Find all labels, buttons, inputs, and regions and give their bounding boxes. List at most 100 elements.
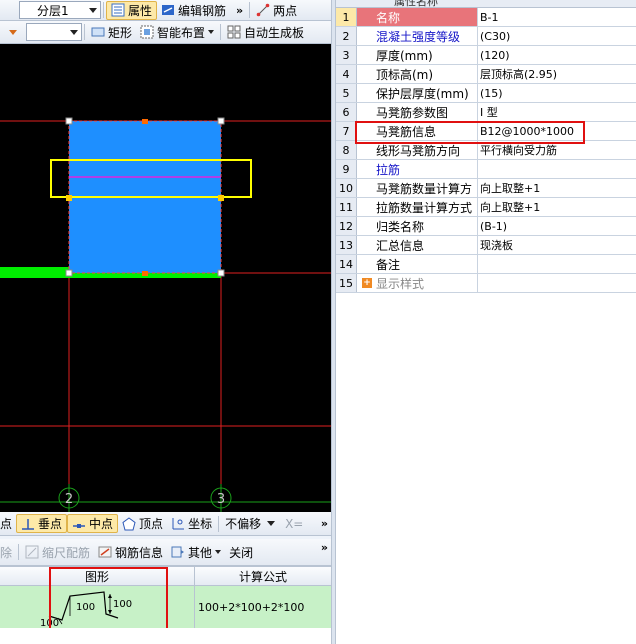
rect-button[interactable]: 矩形: [87, 23, 136, 42]
property-value[interactable]: [478, 274, 636, 292]
property-row[interactable]: 3 厚度(mm) (120): [336, 46, 636, 65]
property-value[interactable]: I 型: [478, 103, 636, 121]
coordinate-icon: [171, 517, 185, 531]
floor-select[interactable]: 分层1: [19, 1, 101, 19]
row-number[interactable]: 8: [336, 141, 357, 159]
more-icon[interactable]: »: [321, 541, 331, 554]
close-button[interactable]: 关闭: [225, 543, 257, 562]
delete-button[interactable]: 除: [0, 543, 16, 562]
coordinate-snap-button[interactable]: 坐标: [167, 514, 216, 533]
drawing-canvas[interactable]: 2 3: [0, 44, 331, 512]
shape-cell[interactable]: 100 100 100: [0, 567, 195, 634]
property-row[interactable]: 4 顶标高(m) 层顶标高(2.95): [336, 65, 636, 84]
row-number[interactable]: 15: [336, 274, 357, 292]
property-name: 厚度(mm): [357, 46, 478, 64]
property-name-text: 归类名称: [376, 219, 425, 234]
property-value[interactable]: 向上取整+1: [478, 179, 636, 197]
delete-label: 除: [0, 545, 13, 560]
property-row[interactable]: 13 汇总信息 现浇板: [336, 236, 636, 255]
endpoint-snap-button[interactable]: 点: [0, 514, 16, 533]
endpoint-snap-label: 点: [0, 517, 13, 531]
property-row[interactable]: 12 归类名称 (B-1): [336, 217, 636, 236]
row-number[interactable]: 1: [336, 8, 357, 26]
row-number[interactable]: 7: [336, 122, 357, 140]
smart-layout-icon: [140, 25, 154, 39]
grip-handle[interactable]: [142, 119, 148, 124]
property-row[interactable]: 9 拉筋: [336, 160, 636, 179]
grip-handle[interactable]: [217, 269, 225, 277]
rebar-info-button[interactable]: 钢筋信息: [94, 543, 167, 562]
more-icon[interactable]: »: [321, 517, 331, 530]
draw-mode-select[interactable]: [26, 23, 82, 41]
grip-handle[interactable]: [218, 195, 224, 201]
grip-handle[interactable]: [217, 117, 225, 125]
property-value[interactable]: (15): [478, 84, 636, 102]
formula-cell[interactable]: 100+2*100+2*100: [195, 586, 331, 628]
property-name: 保护层厚度(mm): [357, 84, 478, 102]
row-number[interactable]: 9: [336, 160, 357, 178]
perpendicular-snap-button[interactable]: 垂点: [16, 514, 68, 533]
scale-rebar-button[interactable]: 缩尺配筋: [21, 543, 94, 562]
property-row[interactable]: 11 拉筋数量计算方式 向上取整+1: [336, 198, 636, 217]
row-number[interactable]: 2: [336, 27, 357, 45]
scale-rebar-label: 缩尺配筋: [42, 545, 91, 560]
property-value[interactable]: B-1: [478, 8, 636, 26]
grip-handle[interactable]: [65, 117, 73, 125]
properties-button[interactable]: 属性: [106, 0, 158, 20]
grip-handle[interactable]: [65, 269, 73, 277]
property-name: 马凳筋参数图: [357, 103, 478, 121]
grip-handle[interactable]: [66, 195, 72, 201]
properties-label: 属性: [128, 3, 153, 18]
row-number[interactable]: 3: [336, 46, 357, 64]
property-value[interactable]: (C30): [478, 27, 636, 45]
row-number[interactable]: 6: [336, 103, 357, 121]
two-points-label: 两点: [273, 3, 298, 18]
highlight-box: [49, 567, 168, 634]
midpoint-label: 中点: [89, 517, 114, 531]
property-name: 名称: [357, 8, 478, 26]
dropdown-arrow-icon[interactable]: [9, 29, 17, 35]
row-number[interactable]: 10: [336, 179, 357, 197]
property-value[interactable]: (120): [478, 46, 636, 64]
grip-handle[interactable]: [142, 271, 148, 276]
canvas-drawing: 2 3: [0, 117, 331, 512]
property-value[interactable]: 现浇板: [478, 236, 636, 254]
other-button[interactable]: 其他: [167, 543, 225, 562]
vertex-snap-button[interactable]: 顶点: [118, 514, 167, 533]
property-row[interactable]: 15 + 显示样式: [336, 274, 636, 293]
property-row[interactable]: 14 备注: [336, 255, 636, 274]
two-points-button[interactable]: 两点: [252, 1, 301, 20]
expand-icon[interactable]: +: [362, 278, 372, 288]
property-value[interactable]: 向上取整+1: [478, 198, 636, 216]
property-name: 拉筋数量计算方式: [357, 198, 478, 216]
table-row[interactable]: 100 100 100 100+2*100+2*100: [0, 567, 331, 634]
row-number[interactable]: 14: [336, 255, 357, 273]
property-value[interactable]: [478, 255, 636, 273]
property-row[interactable]: 1 名称 B-1: [336, 8, 636, 27]
auto-generate-button[interactable]: 自动生成板: [223, 23, 308, 42]
row-number[interactable]: 4: [336, 65, 357, 83]
property-row[interactable]: 6 马凳筋参数图 I 型: [336, 103, 636, 122]
property-name: 备注: [357, 255, 478, 273]
row-number[interactable]: 5: [336, 84, 357, 102]
col-formula-header[interactable]: 计算公式: [195, 567, 331, 585]
midpoint-snap-button[interactable]: 中点: [67, 514, 119, 533]
offset-select[interactable]: 不偏移: [221, 515, 279, 533]
row-number[interactable]: 12: [336, 217, 357, 235]
property-value[interactable]: 层顶标高(2.95): [478, 65, 636, 83]
property-value[interactable]: (B-1): [478, 217, 636, 235]
row-number[interactable]: 13: [336, 236, 357, 254]
property-row[interactable]: 5 保护层厚度(mm) (15): [336, 84, 636, 103]
scale-icon: [25, 545, 39, 559]
property-row[interactable]: 10 马凳筋数量计算方 向上取整+1: [336, 179, 636, 198]
property-name: 归类名称: [357, 217, 478, 235]
property-row[interactable]: 2 混凝土强度等级 (C30): [336, 27, 636, 46]
row-number[interactable]: 11: [336, 198, 357, 216]
edit-rebar-button[interactable]: 编辑钢筋: [157, 1, 230, 20]
property-value[interactable]: [478, 160, 636, 178]
more-icon[interactable]: »: [236, 4, 243, 17]
other-icon: [171, 545, 185, 559]
property-name: 顶标高(m): [357, 65, 478, 83]
smart-layout-button[interactable]: 智能布置: [136, 23, 218, 42]
property-name: 汇总信息: [357, 236, 478, 254]
